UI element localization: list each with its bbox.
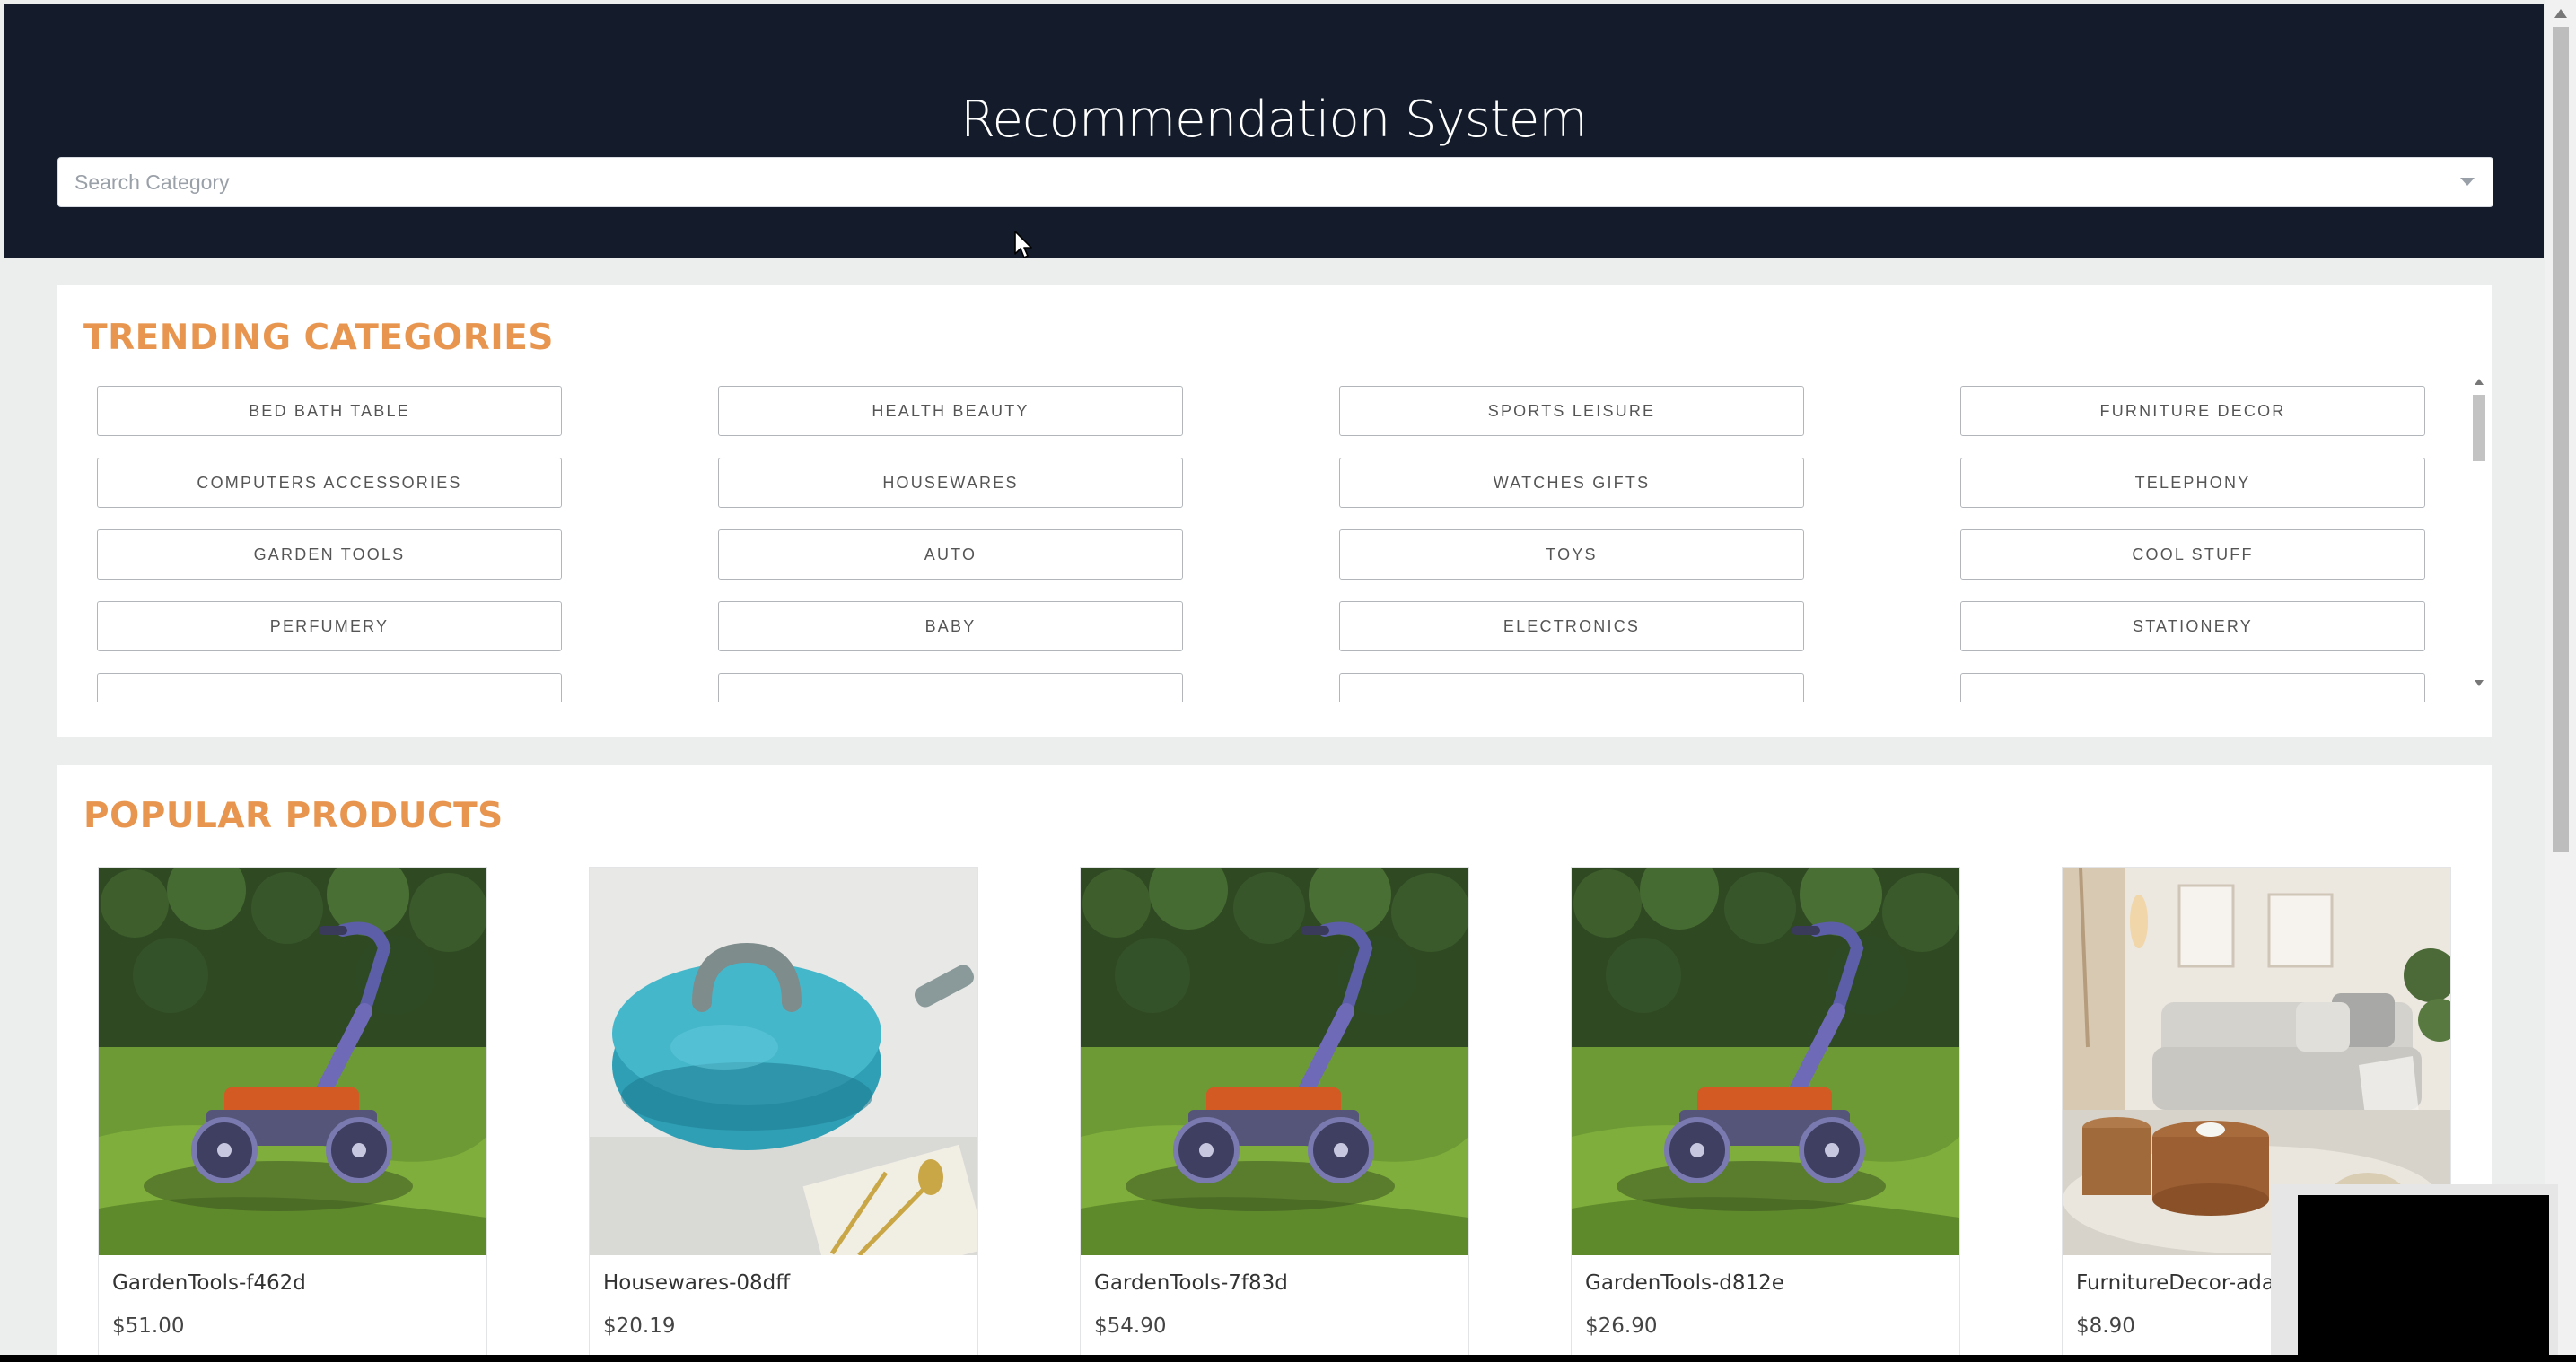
product-price: $51.00 — [112, 1314, 185, 1338]
lawn-mower-image[interactable] — [99, 868, 486, 1255]
category-list[interactable]: BED BATH TABLE HEALTH BEAUTY SPORTS LEISUR… — [97, 386, 2520, 702]
category-button[interactable]: ELECTRONICS — [1339, 601, 1804, 651]
scrollbar-thumb[interactable] — [2473, 395, 2485, 461]
app-title: Recommendation System — [960, 90, 1588, 149]
product-card[interactable]: GardenTools-7f83d $54.90 — [1080, 867, 1469, 1355]
category-button[interactable]: AUTO — [718, 529, 1183, 580]
category-button[interactable]: BED BATH TABLE — [97, 386, 562, 436]
category-button[interactable] — [1960, 673, 2425, 702]
popular-products-panel: POPULAR PRODUCTS GardenTools-f462d $51.00… — [57, 765, 2492, 1355]
popular-products-title: POPULAR PRODUCTS — [83, 796, 504, 836]
scroll-up-arrow-icon[interactable] — [2554, 9, 2567, 18]
category-button[interactable] — [97, 673, 562, 702]
category-button[interactable]: HOUSEWARES — [718, 458, 1183, 508]
lawn-mower-image[interactable] — [1081, 868, 1468, 1255]
page: Recommendation System TRENDING CATEGORIE… — [0, 0, 2576, 1355]
category-button[interactable]: FURNITURE DECOR — [1960, 386, 2425, 436]
category-button[interactable]: TOYS — [1339, 529, 1804, 580]
product-price: $54.90 — [1094, 1314, 1167, 1338]
product-price: $20.19 — [603, 1314, 676, 1338]
saucepan-image[interactable] — [590, 868, 977, 1255]
product-card[interactable]: GardenTools-f462d $51.00 — [98, 867, 487, 1355]
webcam-feed — [2298, 1195, 2549, 1355]
category-button[interactable]: TELEPHONY — [1960, 458, 2425, 508]
category-button[interactable]: BABY — [718, 601, 1183, 651]
product-card[interactable]: GardenTools-d812e $26.90 — [1571, 867, 1960, 1355]
trending-categories-title: TRENDING CATEGORIES — [83, 318, 554, 358]
product-name[interactable]: GardenTools-f462d — [112, 1271, 306, 1295]
category-button[interactable]: COMPUTERS ACCESSORIES — [97, 458, 562, 508]
trending-categories-panel: TRENDING CATEGORIES BED BATH TABLE HEALTH… — [57, 285, 2492, 737]
product-card[interactable]: Housewares-08dff $20.19 — [589, 867, 978, 1355]
scroll-down-arrow-icon[interactable] — [2475, 680, 2484, 686]
chevron-down-icon[interactable] — [2460, 178, 2475, 186]
webcam-overlay — [2271, 1184, 2558, 1355]
category-button[interactable] — [718, 673, 1183, 702]
category-button[interactable]: WATCHES GIFTS — [1339, 458, 1804, 508]
category-button[interactable]: STATIONERY — [1960, 601, 2425, 651]
category-button[interactable]: SPORTS LEISURE — [1339, 386, 1804, 436]
category-button[interactable] — [1339, 673, 1804, 702]
category-button[interactable]: GARDEN TOOLS — [97, 529, 562, 580]
product-price: $8.90 — [2076, 1314, 2135, 1338]
category-grid: BED BATH TABLE HEALTH BEAUTY SPORTS LEISUR… — [97, 386, 2520, 702]
category-search-box[interactable] — [57, 157, 2493, 207]
product-price: $26.90 — [1585, 1314, 1658, 1338]
bottom-edge — [0, 1355, 2576, 1362]
category-button[interactable]: COOL STUFF — [1960, 529, 2425, 580]
lawn-mower-image[interactable] — [1572, 868, 1959, 1255]
scrollbar-thumb[interactable] — [2553, 27, 2569, 852]
page-scrollbar[interactable] — [2545, 0, 2576, 1355]
scroll-up-arrow-icon[interactable] — [2475, 379, 2484, 385]
product-name[interactable]: Housewares-08dff — [603, 1271, 790, 1295]
category-scrollbar[interactable] — [2469, 375, 2489, 691]
category-button[interactable]: PERFUMERY — [97, 601, 562, 651]
product-name[interactable]: GardenTools-d812e — [1585, 1271, 1784, 1295]
mouse-cursor-icon — [1014, 231, 1032, 258]
category-button[interactable]: HEALTH BEAUTY — [718, 386, 1183, 436]
top-bar: Recommendation System — [4, 4, 2544, 258]
product-name[interactable]: GardenTools-7f83d — [1094, 1271, 1288, 1295]
product-name[interactable]: FurnitureDecor-adab — [2076, 1271, 2288, 1295]
search-input[interactable] — [58, 158, 2493, 206]
